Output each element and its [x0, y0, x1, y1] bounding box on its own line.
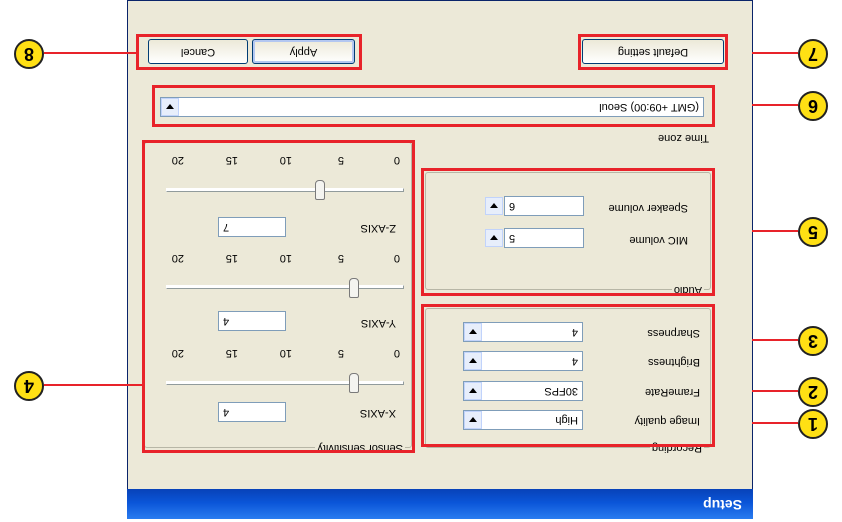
callout-badge: 1 [798, 409, 828, 439]
leader-line [44, 52, 136, 54]
highlight-sensor [142, 140, 415, 453]
highlight-recording [421, 304, 715, 447]
callout-badge: 6 [798, 91, 828, 121]
leader-line [752, 339, 798, 341]
time-zone-label: Time zone [658, 132, 709, 144]
callout-badge: 2 [798, 377, 828, 407]
highlight-audio [421, 168, 715, 296]
callout-badge: 4 [14, 371, 44, 401]
callout-badge: 8 [14, 39, 44, 69]
window-title: Setup [703, 497, 742, 513]
leader-line [752, 422, 798, 424]
callout-badge: 3 [798, 326, 828, 356]
setup-window-stage: Setup Recording Image quality High Frame… [0, 0, 842, 522]
highlight-apply-cancel [136, 34, 362, 70]
callout-badge: 7 [798, 39, 828, 69]
leader-line [752, 104, 798, 106]
leader-line [752, 52, 798, 54]
callout-badge: 5 [798, 217, 828, 247]
title-bar[interactable] [127, 489, 753, 519]
highlight-time-zone [152, 85, 715, 127]
leader-line [44, 384, 142, 386]
highlight-default [578, 34, 728, 70]
leader-line [752, 230, 798, 232]
leader-line [752, 390, 798, 392]
